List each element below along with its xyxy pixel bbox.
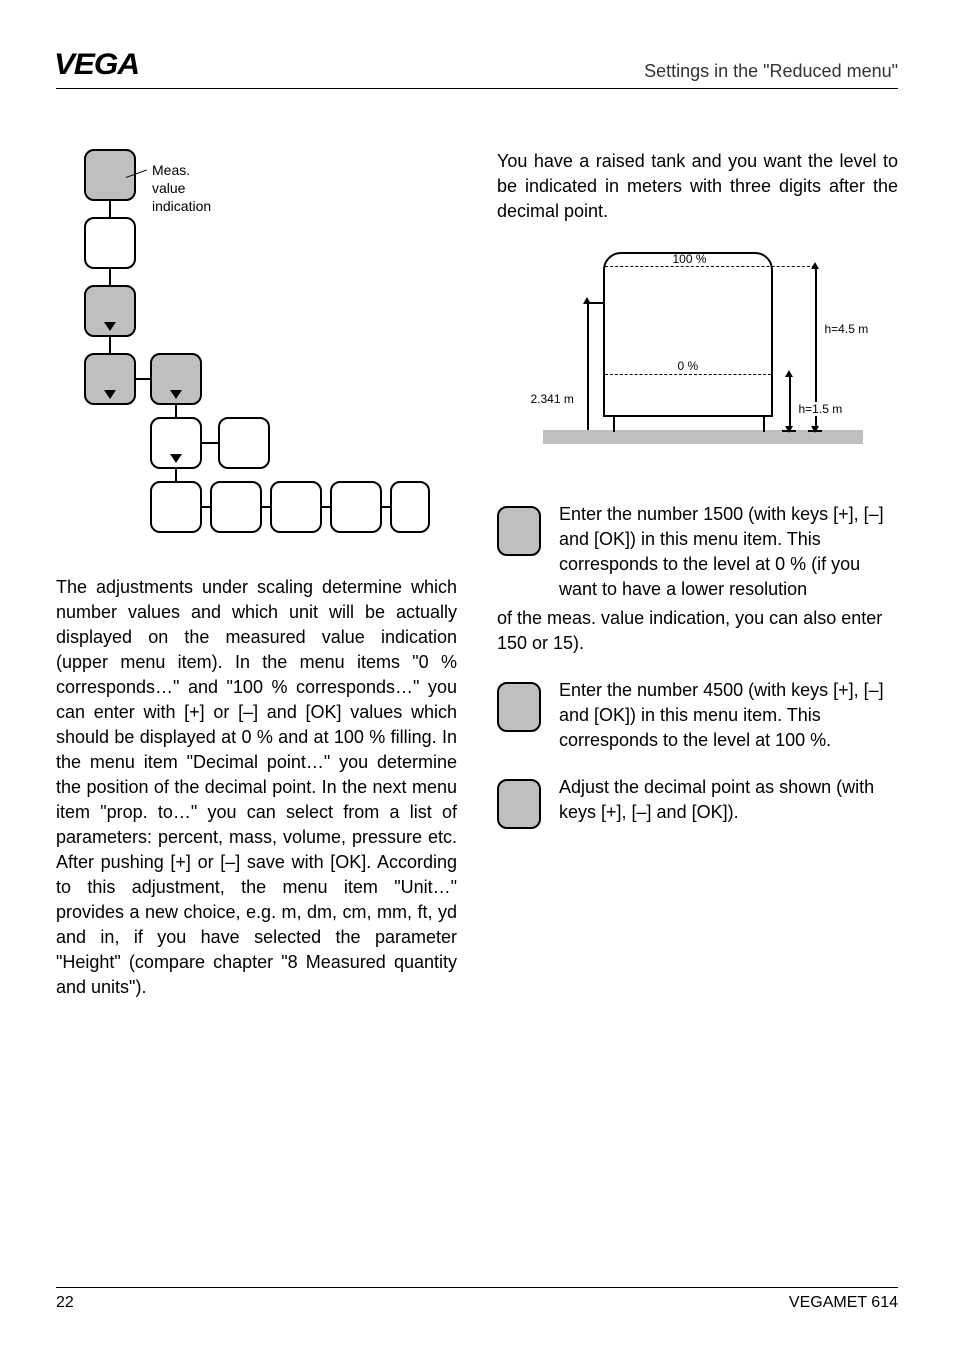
arrow-down-icon	[104, 390, 116, 399]
arrow-down-icon	[170, 454, 182, 463]
step-box-icon	[497, 506, 541, 556]
menu-box	[210, 481, 262, 533]
page-header: VEGA Settings in the "Reduced menu"	[56, 48, 898, 89]
step-1: Enter the number 1500 (with keys [+], [–…	[497, 502, 898, 602]
text: value	[152, 180, 185, 196]
connector	[322, 506, 330, 508]
tank-body	[603, 252, 773, 417]
step-text: Adjust the decimal point as shown (with …	[559, 775, 898, 829]
arrowhead-up-icon	[811, 262, 819, 269]
label-left-meas: 2.341 m	[531, 392, 574, 406]
tank-leg	[763, 417, 765, 432]
right-intro: You have a raised tank and you want the …	[497, 149, 898, 224]
page-footer: 22 VEGAMET 614	[56, 1287, 898, 1312]
dashed-line	[605, 374, 771, 375]
label-h15: h=1.5 m	[797, 402, 845, 416]
dim-line	[789, 374, 791, 430]
connector	[175, 405, 177, 417]
left-paragraph: The adjustments under scaling determine …	[56, 575, 457, 1000]
connector	[202, 506, 210, 508]
menu-box	[218, 417, 270, 469]
header-title: Settings in the "Reduced menu"	[644, 61, 898, 82]
connector	[109, 201, 111, 217]
menu-tree-diagram: Meas. value indication	[56, 149, 396, 549]
step-3: Adjust the decimal point as shown (with …	[497, 775, 898, 829]
indicator-line	[587, 302, 589, 430]
connector	[136, 378, 150, 380]
dim-tick	[782, 430, 796, 432]
label-100pct: 100 %	[673, 252, 707, 266]
step-2: Enter the number 4500 (with keys [+], [–…	[497, 678, 898, 753]
dashed-line	[605, 266, 815, 267]
menu-box	[270, 481, 322, 533]
logo: VEGA	[54, 48, 139, 82]
label-0pct: 0 %	[678, 359, 699, 373]
menu-box	[390, 481, 430, 533]
text: indication	[152, 198, 211, 214]
step-text: Enter the number 1500 (with keys [+], [–…	[559, 502, 898, 602]
connector	[202, 442, 218, 444]
indicator-tick	[587, 302, 605, 304]
tree-label: Meas. value indication	[152, 161, 211, 215]
connector	[262, 506, 270, 508]
menu-box	[330, 481, 382, 533]
tank-diagram: 100 % 0 % 2.341 m h=4.5 m	[513, 242, 883, 462]
page-number: 22	[56, 1294, 74, 1312]
connector	[382, 506, 390, 508]
dim-tick	[808, 430, 822, 432]
connector	[109, 269, 111, 285]
connector	[109, 337, 111, 353]
step-1-continuation: of the meas. value indication, you can a…	[497, 606, 898, 656]
menu-box	[150, 481, 202, 533]
arrow-down-icon	[104, 322, 116, 331]
label-h45: h=4.5 m	[825, 322, 869, 336]
arrow-down-icon	[170, 390, 182, 399]
left-column: Meas. value indication The adjustments u…	[56, 149, 457, 1000]
right-column: You have a raised tank and you want the …	[497, 149, 898, 1000]
content-columns: Meas. value indication The adjustments u…	[56, 149, 898, 1000]
tank-leg	[613, 417, 615, 432]
step-text: Enter the number 4500 (with keys [+], [–…	[559, 678, 898, 753]
menu-box	[84, 217, 136, 269]
product-name: VEGAMET 614	[789, 1294, 898, 1312]
page-root: VEGA Settings in the "Reduced menu"	[0, 0, 954, 1352]
step-box-icon	[497, 682, 541, 732]
connector	[175, 469, 177, 481]
text: Meas.	[152, 162, 190, 178]
arrowhead-up-icon	[785, 370, 793, 377]
step-box-icon	[497, 779, 541, 829]
